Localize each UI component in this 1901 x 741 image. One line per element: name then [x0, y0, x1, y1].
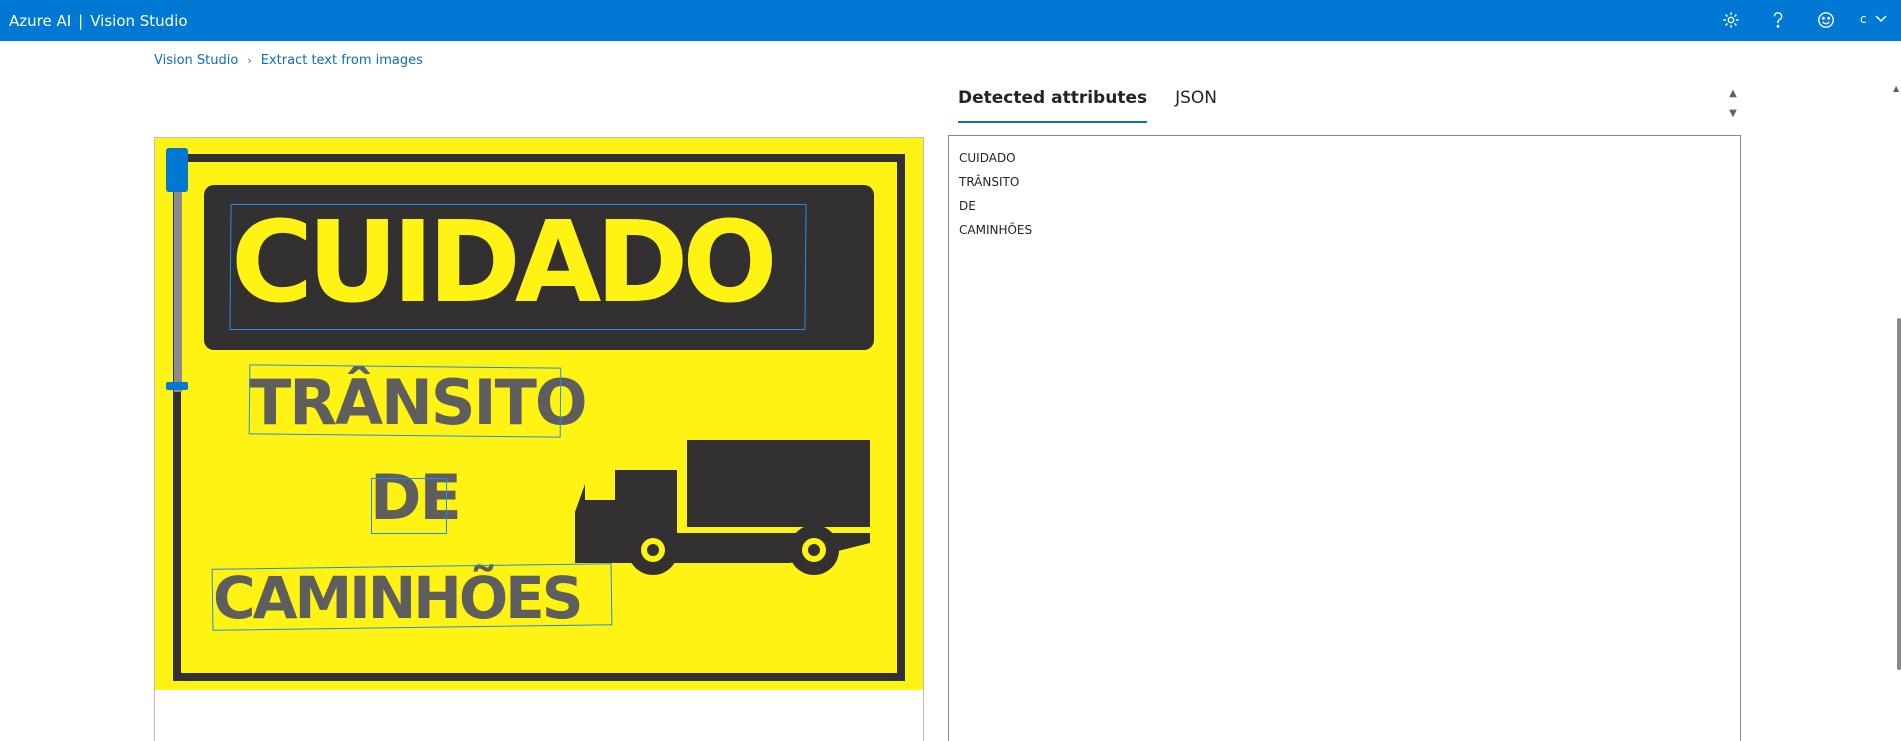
- list-item[interactable]: DE: [959, 194, 1032, 218]
- tab-detected-attributes[interactable]: Detected attributes: [958, 88, 1148, 123]
- brand[interactable]: Azure AI | Vision Studio: [9, 12, 188, 30]
- results-panel: CUIDADO TRÂNSITO DE CAMINHÕES: [948, 135, 1741, 741]
- scroll-down-icon[interactable]: ▼: [1727, 104, 1739, 124]
- tab-json[interactable]: JSON: [1175, 88, 1217, 123]
- tab-scroll-arrows: ▲ ▼: [1727, 84, 1739, 124]
- help-icon[interactable]: [1767, 9, 1789, 31]
- page-scrollbar[interactable]: [1897, 318, 1901, 670]
- product-name: Azure AI: [9, 12, 72, 30]
- detection-box-transito[interactable]: [248, 364, 562, 438]
- list-item[interactable]: TRÂNSITO: [959, 170, 1032, 194]
- app-name: Vision Studio: [90, 12, 188, 30]
- image-panel: CUIDADO TRÂNSITO DE CAMINHÕES: [154, 137, 924, 741]
- truck-icon: [575, 440, 870, 575]
- zoom-slider-rail[interactable]: [174, 192, 182, 392]
- breadcrumb-current[interactable]: Extract text from images: [261, 53, 423, 68]
- list-item[interactable]: CUIDADO: [959, 146, 1032, 170]
- top-bar: Azure AI | Vision Studio c: [0, 0, 1901, 41]
- brand-separator: |: [78, 12, 84, 30]
- breadcrumb-root-link[interactable]: Vision Studio: [154, 53, 238, 68]
- chevron-down-icon: [1875, 12, 1887, 26]
- settings-icon[interactable]: [1720, 9, 1742, 31]
- detection-box-cuidado[interactable]: [229, 204, 807, 330]
- sample-image: CUIDADO TRÂNSITO DE CAMINHÕES: [155, 138, 923, 690]
- page-scroll-up-icon[interactable]: ▲: [1893, 84, 1899, 93]
- results-list: CUIDADO TRÂNSITO DE CAMINHÕES: [959, 146, 1032, 242]
- scroll-up-icon[interactable]: ▲: [1727, 84, 1739, 104]
- user-initial: c: [1860, 12, 1867, 26]
- user-menu-button[interactable]: c: [1860, 12, 1887, 26]
- chevron-right-icon: ›: [247, 54, 252, 67]
- feedback-icon[interactable]: [1815, 9, 1837, 31]
- zoom-control: [166, 148, 188, 408]
- results-tabs: Detected attributes JSON: [958, 88, 1217, 123]
- detection-box-de[interactable]: [371, 478, 447, 534]
- zoom-slider-thumb[interactable]: [166, 382, 188, 390]
- breadcrumb: Vision Studio › Extract text from images: [154, 53, 423, 68]
- list-item[interactable]: CAMINHÕES: [959, 218, 1032, 242]
- detection-box-caminhoes[interactable]: [211, 563, 613, 631]
- zoom-in-button[interactable]: [166, 148, 188, 192]
